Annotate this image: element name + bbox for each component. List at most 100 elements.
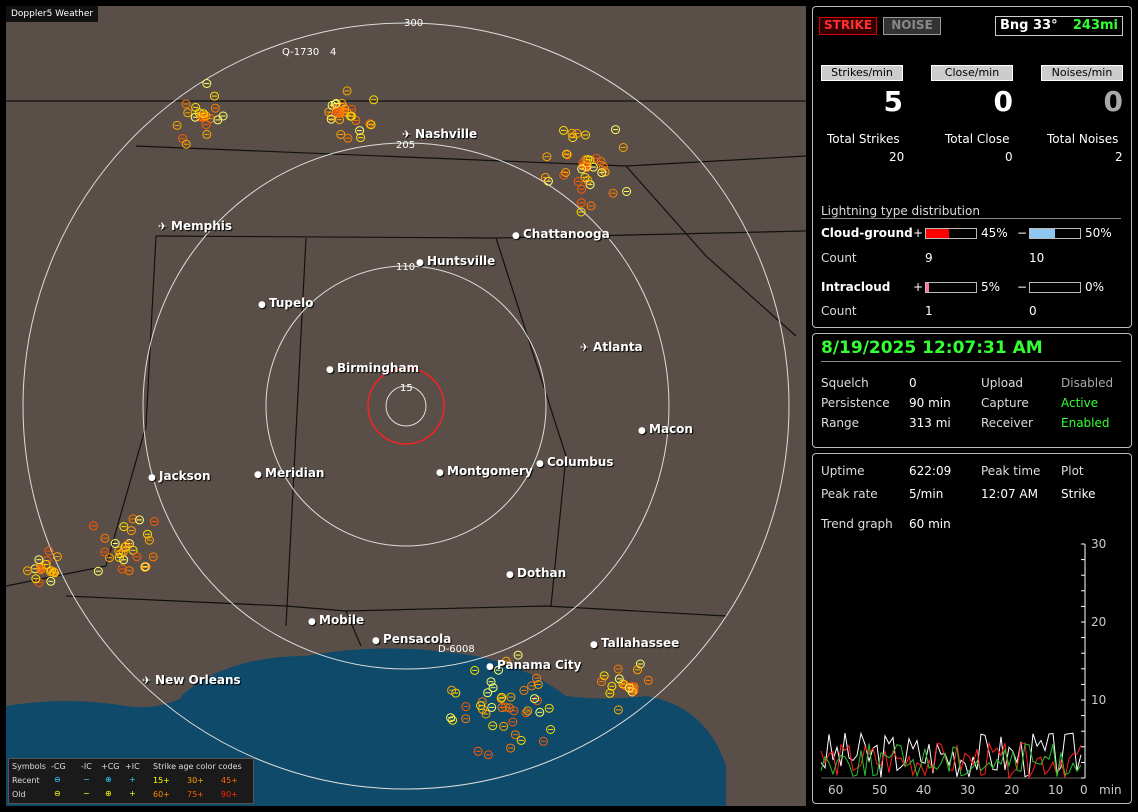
symbol-legend: Symbols -CG -IC +CG +IC Strike age color… (8, 758, 254, 804)
range-label-205: 205 (396, 140, 415, 151)
legend-recent-neg-cg-icon: ⊖ (54, 775, 61, 784)
strike-button[interactable]: STRIKE (819, 17, 877, 35)
distribution-title: Lightning type distribution (821, 204, 980, 218)
city-birmingham: ● Birmingham (326, 361, 419, 375)
city-label: Nashville (415, 127, 478, 141)
legend-col-pos-cg: +CG (101, 762, 120, 771)
legend-col-neg-ic: -IC (81, 762, 92, 771)
uptime-label: Uptime (821, 464, 865, 478)
cg-label: Cloud-ground (821, 226, 913, 240)
close-per-min-value: 0 (993, 85, 1013, 118)
city-dot-icon: ● (416, 258, 427, 268)
receiver-label: Receiver (981, 416, 1033, 430)
legend-symbols-label: Symbols (12, 762, 46, 771)
annotation-q1730: Q-1730 (282, 47, 319, 58)
info-panel: 8/19/2025 12:07:31 AM Squelch 0 Upload D… (812, 333, 1132, 448)
city-panama-city: ● Panama City (486, 658, 581, 672)
plot-value: Strike (1061, 487, 1096, 501)
y-tick-20: 20 (1091, 615, 1106, 629)
upload-value: Disabled (1061, 376, 1114, 390)
city-label: Tupelo (269, 296, 314, 310)
city-tupelo: ● Tupelo (258, 296, 314, 310)
city-label: New Orleans (155, 673, 241, 687)
bearing-readout: Bng 33° 243mi (995, 16, 1123, 36)
distribution-divider (821, 218, 1121, 219)
capture-label: Capture (981, 396, 1029, 410)
legend-age-45: 45+ (221, 776, 238, 785)
city-dot-icon: ● (590, 640, 601, 650)
peak-rate-value: 5/min (909, 487, 944, 501)
noises-per-min-value: 0 (1103, 85, 1123, 118)
x-tick-0: 0 (1080, 783, 1088, 797)
ic-count-label: Count (821, 304, 857, 318)
lightning-map[interactable]: 300 205 110 15 Q-1730 4 D-6008 Doppler5 … (6, 6, 806, 806)
bearing-value: Bng 33° (1000, 18, 1058, 33)
x-tick-60: 60 (828, 783, 843, 797)
ic-plus-pct: 5% (981, 280, 1001, 294)
close-strike-ring (367, 367, 445, 445)
city-dot-icon: ● (372, 636, 383, 646)
gulf-water (181, 648, 686, 806)
city-dot-icon: ● (436, 468, 447, 478)
trend-graph: 60 50 40 30 20 10 0 min 30 20 10 (820, 538, 1122, 797)
city-label: Columbus (547, 455, 614, 469)
legend-old-label: Old (12, 790, 26, 799)
legend-recent-pos-cg-icon: ⊕ (105, 775, 112, 784)
trend-panel: Uptime 622:09 Peak time Plot Peak rate 5… (812, 453, 1132, 804)
range-value: 313 mi (909, 416, 951, 430)
city-nashville: ✈ Nashville (402, 127, 477, 141)
cg-plus-count: 9 (925, 251, 933, 265)
city-label: Tallahassee (601, 636, 680, 650)
cg-plus-sign: + (913, 226, 924, 240)
ic-label: Intracloud (821, 280, 891, 294)
city-mobile: ● Mobile (308, 613, 364, 627)
upload-label: Upload (981, 376, 1024, 390)
total-close-label: Total Close (945, 132, 1010, 146)
ic-plus-sign: + (913, 280, 924, 294)
peak-time-value: 12:07 AM (981, 487, 1038, 501)
legend-old-neg-cg-icon: ⊖ (54, 789, 61, 798)
city-jackson: ● Jackson (148, 469, 211, 483)
ic-minus-count: 0 (1029, 304, 1037, 318)
noises-per-min-button[interactable]: Noises/min (1041, 65, 1123, 81)
range-label-15: 15 (400, 383, 413, 394)
trend-value: 60 min (909, 517, 951, 531)
cg-minus-bar (1029, 228, 1081, 239)
range-label-110: 110 (396, 262, 415, 273)
capture-value: Active (1061, 396, 1099, 410)
city-pensacola: ● Pensacola (372, 632, 451, 646)
strikes-per-min-button[interactable]: Strikes/min (821, 65, 903, 81)
peak-time-label: Peak time (981, 464, 1041, 478)
cg-minus-sign: − (1017, 226, 1028, 240)
airport-icon: ✈ (402, 128, 416, 141)
cg-minus-pct: 50% (1085, 226, 1112, 240)
close-per-min-button[interactable]: Close/min (931, 65, 1013, 81)
city-label: Memphis (171, 219, 233, 233)
receiver-value: Enabled (1061, 416, 1110, 430)
city-new-orleans: ✈ New Orleans (142, 673, 241, 687)
datetime: 8/19/2025 12:07:31 AM (821, 338, 1043, 358)
cg-count-label: Count (821, 251, 857, 265)
city-macon: ● Macon (638, 422, 693, 436)
ic-plus-count: 1 (925, 304, 933, 318)
x-tick-50: 50 (872, 783, 887, 797)
airport-icon: ✈ (158, 220, 172, 233)
city-columbus: ● Columbus (536, 455, 614, 469)
total-strikes-label: Total Strikes (827, 132, 900, 146)
info-divider (821, 361, 1121, 362)
airport-icon: ✈ (142, 674, 156, 687)
legend-age-15: 15+ (153, 776, 170, 785)
city-dot-icon: ● (536, 459, 547, 469)
y-tick-30: 30 (1091, 538, 1106, 551)
legend-recent-neg-ic-icon: − (83, 775, 90, 784)
strikes-per-min-value: 5 (883, 85, 903, 118)
city-label: Montgomery (447, 464, 533, 478)
city-label: Jackson (159, 469, 211, 483)
legend-age-90: 90+ (221, 790, 238, 799)
range-label: Range (821, 416, 860, 430)
noise-button[interactable]: NOISE (883, 17, 941, 35)
city-montgomery: ● Montgomery (436, 464, 533, 478)
city-dot-icon: ● (486, 662, 497, 672)
city-label: Atlanta (593, 340, 643, 354)
x-tick-10: 10 (1048, 783, 1063, 797)
